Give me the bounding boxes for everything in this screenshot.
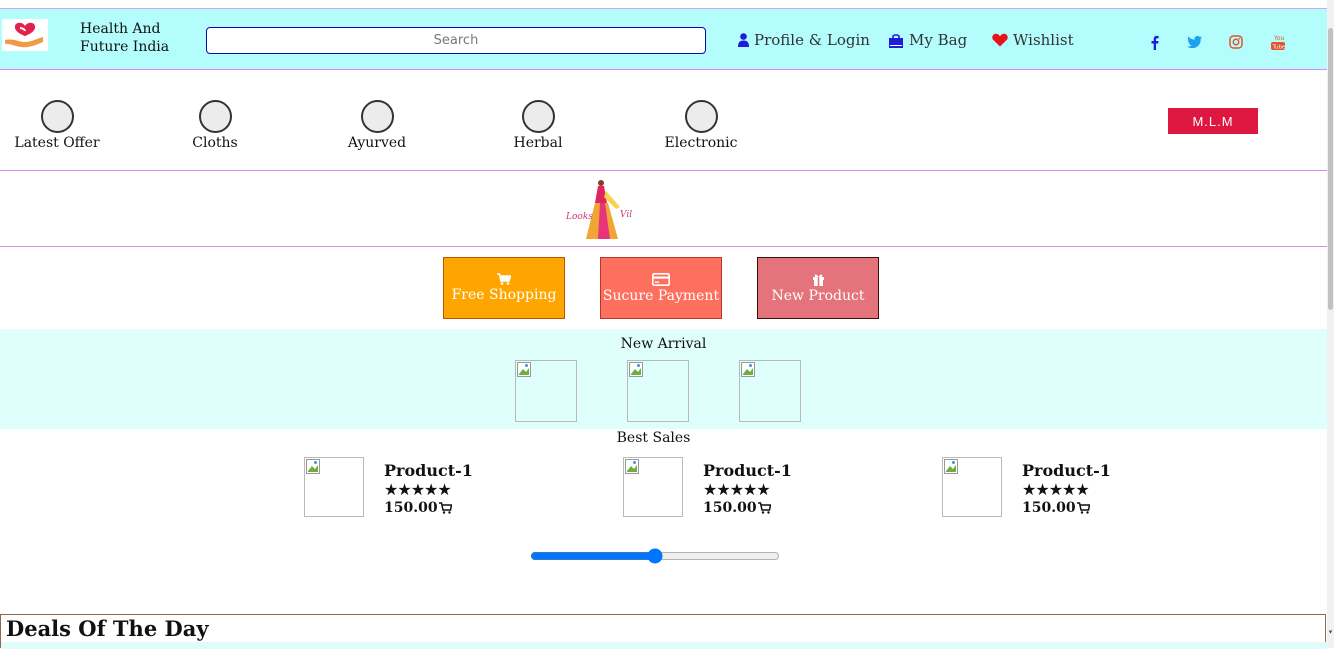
product-name[interactable]: Product-1 (703, 461, 792, 480)
site-logo[interactable] (2, 19, 48, 51)
new-arrival-image[interactable] (515, 360, 577, 422)
product-price: 150.00 (1022, 500, 1090, 516)
svg-text:Vil: Vil (620, 210, 632, 220)
broken-image-icon (741, 362, 755, 377)
cart-icon (757, 502, 771, 514)
free-shopping-label: Free Shopping (451, 287, 557, 303)
site-header: Health And Future India Profile & Login … (0, 9, 1327, 70)
deals-title: Deals Of The Day (6, 616, 209, 641)
deals-section: Deals Of The Day (0, 614, 1327, 649)
search-input[interactable] (206, 27, 706, 54)
star-rating: ★★★★★ (1022, 480, 1090, 499)
product-name[interactable]: Product-1 (1022, 461, 1111, 480)
fashion-logo-image[interactable]: Looks Vil (560, 177, 642, 241)
free-shopping-button[interactable]: Free Shopping (443, 257, 565, 319)
cart-icon (438, 502, 452, 514)
scroll-down-arrow-icon[interactable]: ▾ (1327, 628, 1334, 636)
shopping-bag-icon (889, 33, 903, 48)
product-price: 150.00 (703, 500, 771, 516)
broken-image-icon (629, 362, 643, 377)
carousel-slider[interactable] (530, 548, 780, 564)
divider (0, 170, 1327, 171)
category-circle-image (684, 100, 718, 133)
price-value: 150.00 (1022, 500, 1076, 516)
scrollbar-thumb[interactable] (1328, 28, 1333, 310)
secure-payment-label: Sucure Payment (602, 287, 720, 304)
instagram-icon[interactable] (1228, 34, 1244, 50)
profile-login-link[interactable]: Profile & Login (738, 31, 870, 49)
svg-text:Tube: Tube (1272, 45, 1287, 51)
svg-text:Looks: Looks (565, 212, 593, 222)
facebook-icon[interactable] (1146, 34, 1162, 50)
twitter-icon[interactable] (1186, 34, 1202, 50)
category-label: Electronic (664, 135, 738, 151)
new-arrival-title: New Arrival (620, 336, 707, 352)
category-electronic[interactable]: Electronic (646, 100, 756, 151)
profile-login-label: Profile & Login (754, 31, 870, 49)
best-sales-title: Best Sales (616, 430, 691, 446)
my-bag-label: My Bag (909, 31, 968, 49)
wishlist-label: Wishlist (1013, 31, 1074, 49)
category-label: Cloths (192, 135, 238, 151)
svg-text:You: You (1273, 35, 1285, 42)
category-cloths[interactable]: Cloths (160, 100, 270, 151)
category-label: Herbal (513, 135, 563, 151)
gift-icon (812, 274, 824, 286)
star-rating: ★★★★★ (703, 480, 771, 499)
product-image[interactable] (304, 457, 364, 517)
brand-line-2: Future India (80, 39, 170, 55)
new-arrival-image[interactable] (627, 360, 689, 422)
cart-icon (497, 273, 511, 285)
divider (0, 246, 1327, 247)
category-latest-offer[interactable]: Latest Offer (2, 100, 112, 151)
category-circle-image (40, 100, 74, 133)
product-image[interactable] (942, 457, 1002, 517)
broken-image-icon (517, 362, 531, 377)
new-product-button[interactable]: New Product (757, 257, 879, 319)
heart-hand-logo-icon (5, 22, 43, 48)
my-bag-link[interactable]: My Bag (888, 31, 967, 49)
price-value: 150.00 (384, 500, 438, 516)
broken-image-icon (944, 459, 958, 474)
cart-icon (1076, 502, 1090, 514)
mlm-button[interactable]: M.L.M (1168, 108, 1258, 134)
credit-card-icon (652, 272, 670, 286)
category-label: Ayurved (347, 135, 407, 151)
wishlist-link[interactable]: Wishlist (992, 31, 1074, 49)
youtube-icon[interactable]: You Tube (1270, 34, 1287, 51)
product-image[interactable] (623, 457, 683, 517)
new-arrival-image[interactable] (739, 360, 801, 422)
user-icon (738, 33, 749, 47)
brand-name[interactable]: Health And Future India (80, 20, 169, 56)
secure-payment-button[interactable]: Sucure Payment (600, 257, 722, 319)
category-label: Latest Offer (14, 135, 100, 151)
broken-image-icon (625, 459, 639, 474)
new-arrival-section: New Arrival (0, 329, 1327, 429)
price-value: 150.00 (703, 500, 757, 516)
star-rating: ★★★★★ (384, 480, 452, 499)
heart-icon (992, 33, 1008, 47)
product-price: 150.00 (384, 500, 452, 516)
broken-image-icon (306, 459, 320, 474)
category-circle-image (521, 100, 555, 133)
new-product-label: New Product (771, 287, 865, 304)
brand-line-1: Health And (80, 21, 161, 37)
category-circle-image (360, 100, 394, 133)
category-ayurved[interactable]: Ayurved (322, 100, 432, 151)
category-herbal[interactable]: Herbal (483, 100, 593, 151)
product-name[interactable]: Product-1 (384, 461, 473, 480)
category-circle-image (198, 100, 232, 133)
